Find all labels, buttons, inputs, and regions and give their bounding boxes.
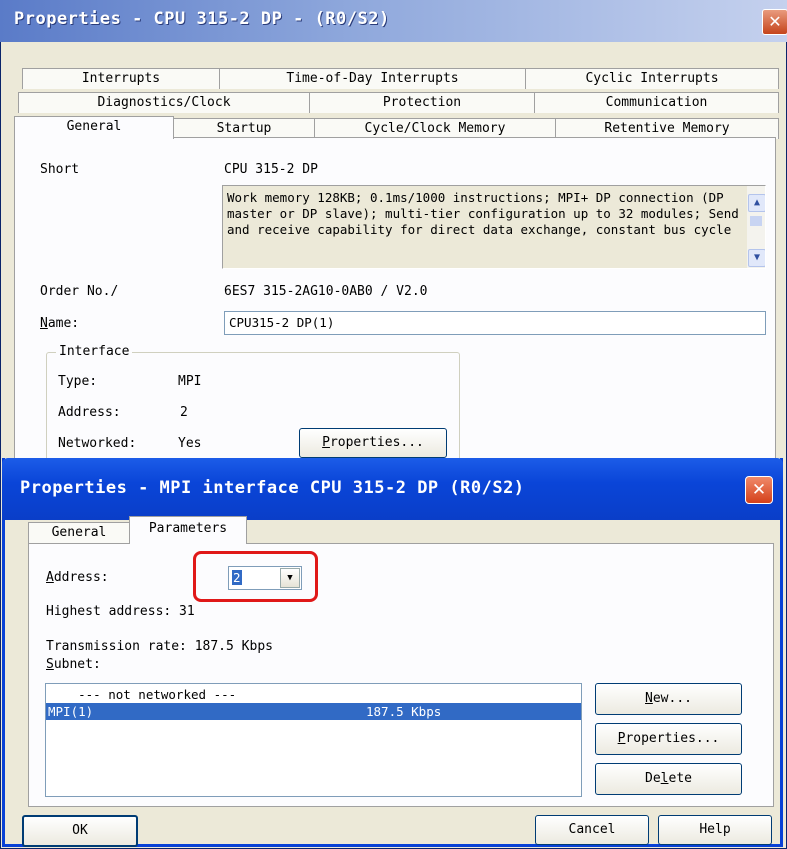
description-text: Work memory 128KB; 0.1ms/1000 instructio… (227, 190, 739, 237)
mpi-tab-general[interactable]: General (28, 522, 130, 543)
short-value: CPU 315-2 DP (224, 162, 318, 177)
short-label: Short (40, 162, 80, 177)
mpi-dialog-close-button[interactable]: ✕ (745, 476, 773, 504)
scroll-up-icon[interactable]: ▲ (748, 194, 765, 212)
interface-properties-button[interactable]: Properties... (299, 428, 447, 458)
tab-protection[interactable]: Protection (309, 92, 535, 113)
name-input[interactable] (225, 312, 763, 332)
interface-address-label: Address: (58, 405, 121, 420)
tab-interrupts[interactable]: Interrupts (22, 68, 220, 89)
tab-time-of-day-interrupts[interactable]: Time-of-Day Interrupts (219, 68, 526, 89)
tab-general[interactable]: General (14, 116, 174, 139)
subnet-list[interactable]: --- not networked --- MPI(1) 187.5 Kbps (45, 683, 582, 797)
subnet-properties-button[interactable]: Properties... (595, 723, 742, 755)
subnet-row[interactable]: --- not networked --- (46, 686, 581, 703)
help-button[interactable]: Help (658, 815, 772, 845)
subnet-label: Subnet: (46, 657, 101, 672)
subnet-row-selected[interactable]: MPI(1) 187.5 Kbps (46, 703, 581, 720)
ok-button[interactable]: OK (22, 815, 138, 847)
tab-communication[interactable]: Communication (534, 92, 779, 113)
mpi-address-label: Address: (46, 570, 109, 585)
highest-address: Highest address: 31 (46, 604, 195, 619)
scroll-down-icon[interactable]: ▼ (748, 249, 765, 267)
interface-type-value: MPI (178, 374, 202, 389)
interface-type-label: Type: (58, 374, 98, 389)
interface-networked-label: Networked: (58, 436, 137, 451)
description-scrollbar[interactable]: ▲ ▼ (747, 186, 765, 268)
tab-retentive-memory[interactable]: Retentive Memory (555, 118, 779, 139)
description-box: Work memory 128KB; 0.1ms/1000 instructio… (222, 185, 766, 269)
tab-diagnostics-clock[interactable]: Diagnostics/Clock (18, 92, 310, 113)
tab-cyclic-interrupts[interactable]: Cyclic Interrupts (525, 68, 779, 89)
mpi-dialog-title-bar[interactable]: Properties - MPI interface CPU 315-2 DP … (2, 458, 783, 520)
cancel-button[interactable]: Cancel (535, 815, 649, 845)
name-label: Name: (40, 316, 80, 331)
interface-address-value: 2 (180, 405, 188, 420)
scroll-thumb[interactable] (750, 216, 762, 226)
outer-title: Properties - CPU 315-2 DP - (R0/S2) (14, 9, 390, 29)
subnet-new-button[interactable]: New... (595, 683, 742, 715)
outer-title-bar[interactable]: Properties - CPU 315-2 DP - (R0/S2) (0, 0, 787, 42)
order-value: 6ES7 315-2AG10-0AB0 / V2.0 (224, 284, 428, 299)
highlight-callout (193, 551, 318, 602)
interface-networked-value: Yes (178, 436, 202, 451)
name-field[interactable] (224, 311, 766, 335)
order-label: Order No./ (40, 284, 119, 299)
tab-cycle-clock-memory[interactable]: Cycle/Clock Memory (314, 118, 556, 139)
outer-close-button[interactable]: ✕ (762, 9, 787, 35)
subnet-delete-button[interactable]: Delete (595, 763, 742, 795)
transmission-rate: Transmission rate: 187.5 Kbps (46, 639, 273, 654)
mpi-tab-parameters[interactable]: Parameters (129, 516, 247, 544)
mpi-dialog-title: Properties - MPI interface CPU 315-2 DP … (20, 478, 525, 498)
tab-startup[interactable]: Startup (173, 118, 315, 139)
interface-legend: Interface (56, 344, 133, 359)
